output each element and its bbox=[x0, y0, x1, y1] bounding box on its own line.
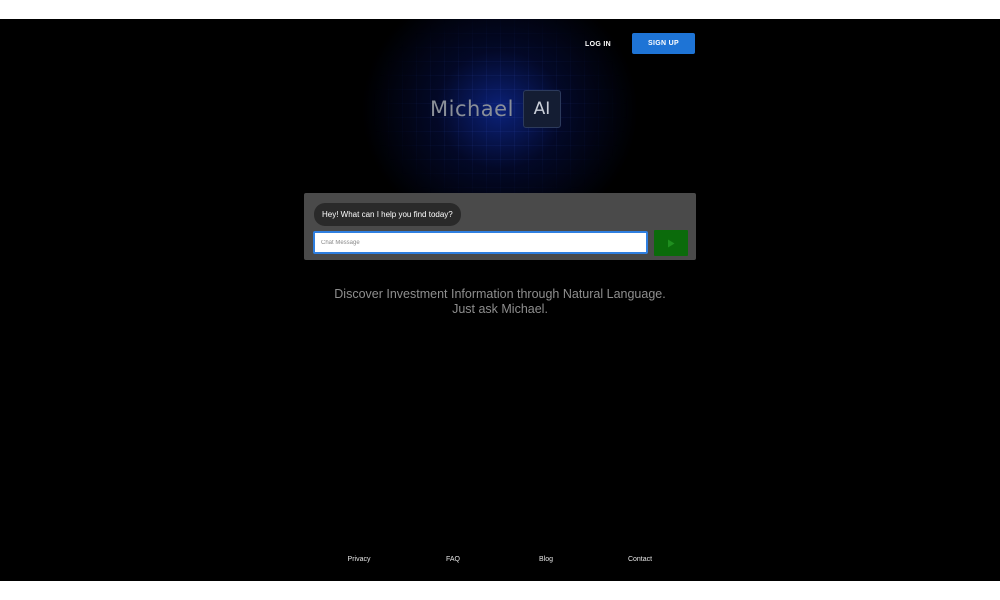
send-button[interactable] bbox=[654, 230, 688, 256]
footer-link-faq[interactable]: FAQ bbox=[446, 556, 460, 563]
login-button[interactable]: LOG IN bbox=[574, 34, 622, 54]
app-root: LOG IN SIGN UP Michael AI Hey! What can … bbox=[0, 19, 1000, 581]
logo-ai-badge: AI bbox=[522, 90, 561, 128]
tagline-line-2: Just ask Michael. bbox=[452, 302, 548, 316]
footer-link-blog[interactable]: Blog bbox=[539, 556, 553, 563]
tagline-line-1: Discover Investment Information through … bbox=[334, 287, 666, 301]
assistant-greeting-bubble: Hey! What can I help you find today? bbox=[314, 203, 461, 226]
send-arrow-icon bbox=[668, 239, 675, 247]
footer-link-privacy[interactable]: Privacy bbox=[348, 556, 371, 563]
tagline: Discover Investment Information through … bbox=[300, 287, 700, 317]
footer-link-contact[interactable]: Contact bbox=[628, 556, 652, 563]
chat-message-input[interactable] bbox=[313, 231, 648, 254]
logo: Michael AI bbox=[430, 88, 561, 130]
logo-name: Michael bbox=[430, 97, 514, 121]
chat-panel: Hey! What can I help you find today? bbox=[304, 193, 696, 260]
signup-button[interactable]: SIGN UP bbox=[632, 33, 695, 54]
